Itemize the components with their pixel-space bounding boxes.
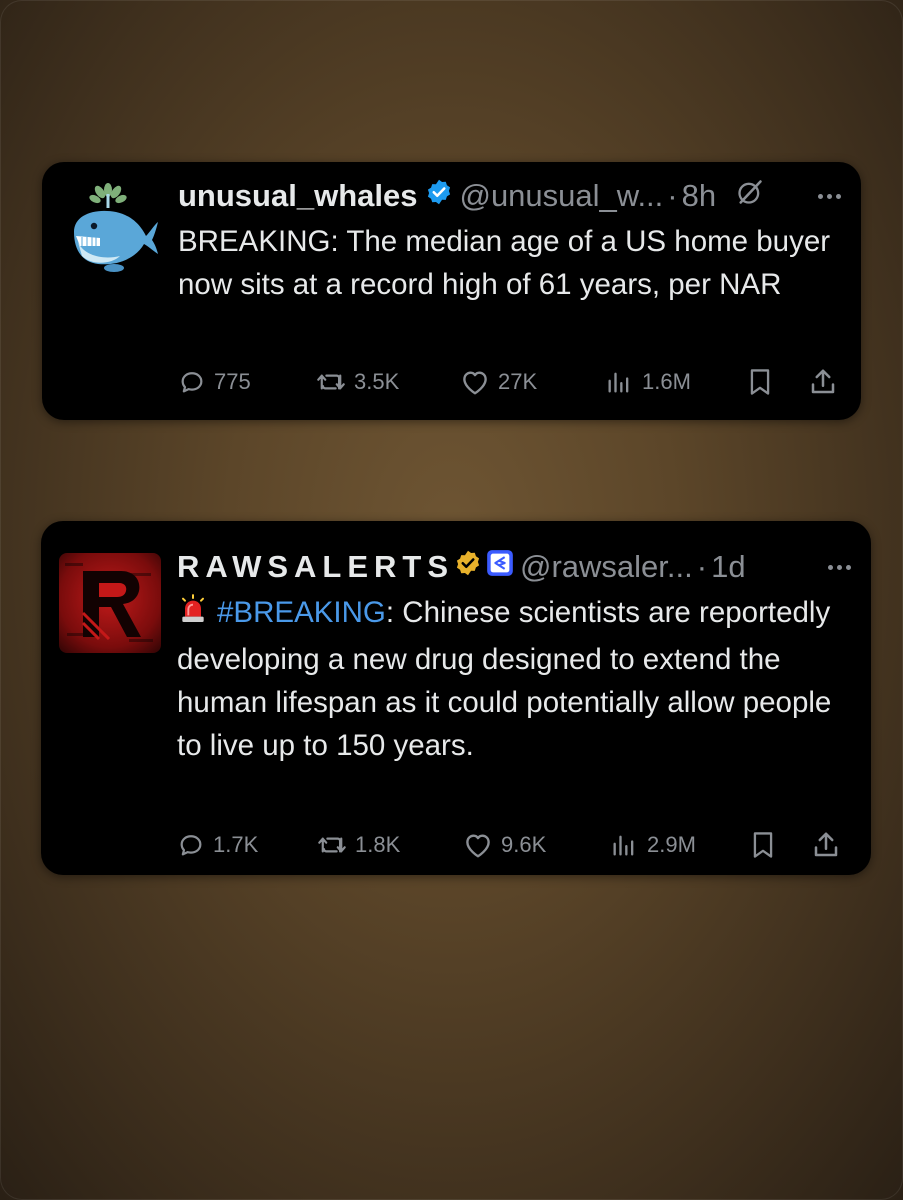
like-button[interactable]: 27K [460,368,604,396]
handle[interactable]: @unusual_w... [459,178,663,214]
tweet-header: RAWSALERTS @rawsaler... · 1d [177,547,851,587]
bookmark-button[interactable] [746,367,808,397]
siren-icon [177,594,209,638]
view-count: 2.9M [647,832,696,857]
affiliate-badge-icon[interactable] [486,549,514,585]
reply-icon [181,372,203,393]
tweet-card[interactable]: unusual_whales @unusual_w... · 8h BREAKI… [42,162,861,420]
bookmark-button[interactable] [749,830,811,860]
repost-icon [317,374,345,390]
views-button[interactable]: 1.6M [604,368,746,396]
verified-gold-badge-icon [454,549,482,585]
views-button[interactable]: 2.9M [609,831,749,859]
analytics-icon [613,835,634,856]
handle[interactable]: @rawsaler... [520,549,693,585]
reply-count: 775 [214,369,251,394]
share-button[interactable] [808,367,838,397]
more-options-icon[interactable] [818,193,841,199]
like-button[interactable]: 9.6K [463,831,609,859]
whale-icon [74,183,158,272]
repost-button[interactable]: 1.8K [317,831,463,859]
bookmark-icon [753,832,773,858]
analytics-icon [608,372,629,393]
share-icon [811,369,835,394]
tweet-actions: 1.7K 1.8K 9.6K 2.9M [177,825,849,865]
tweet-text: BREAKING: The median age of a US home bu… [178,225,831,301]
repost-count: 1.8K [355,832,401,857]
heart-icon [463,371,487,395]
view-count: 1.6M [642,369,691,394]
hashtag-link[interactable]: #BREAKING [217,596,386,629]
bookmark-icon [750,369,770,395]
reply-button[interactable]: 775 [178,368,316,396]
more-options-icon[interactable] [828,564,851,570]
separator: · [696,549,708,584]
grok-icon[interactable] [736,178,764,214]
separator: · [667,178,678,213]
share-button[interactable] [811,830,841,860]
reply-button[interactable]: 1.7K [177,831,317,859]
tweet-header: unusual_whales @unusual_w... · 8h [178,176,841,216]
avatar[interactable] [59,553,161,653]
share-icon [814,832,838,857]
reply-icon [180,835,202,856]
like-count: 27K [498,369,538,394]
avatar[interactable] [60,180,160,280]
timestamp[interactable]: 8h [682,178,716,214]
repost-button[interactable]: 3.5K [316,368,460,396]
tweet-card[interactable]: RAWSALERTS @rawsaler... · 1d #BREAKING: … [41,521,871,875]
heart-icon [466,834,490,858]
repost-icon [318,837,346,853]
reply-count: 1.7K [213,832,259,857]
like-count: 9.6K [501,832,547,857]
rawsalerts-logo [59,553,161,653]
verified-badge-icon [425,178,453,214]
display-name[interactable]: unusual_whales [178,178,417,214]
repost-count: 3.5K [354,369,400,394]
tweet-actions: 775 3.5K 27K 1.6M [178,362,839,402]
timestamp[interactable]: 1d [711,549,745,585]
tweet-text: #BREAKING: Chinese scientists are report… [177,591,847,767]
display-name[interactable]: RAWSALERTS [177,549,454,585]
